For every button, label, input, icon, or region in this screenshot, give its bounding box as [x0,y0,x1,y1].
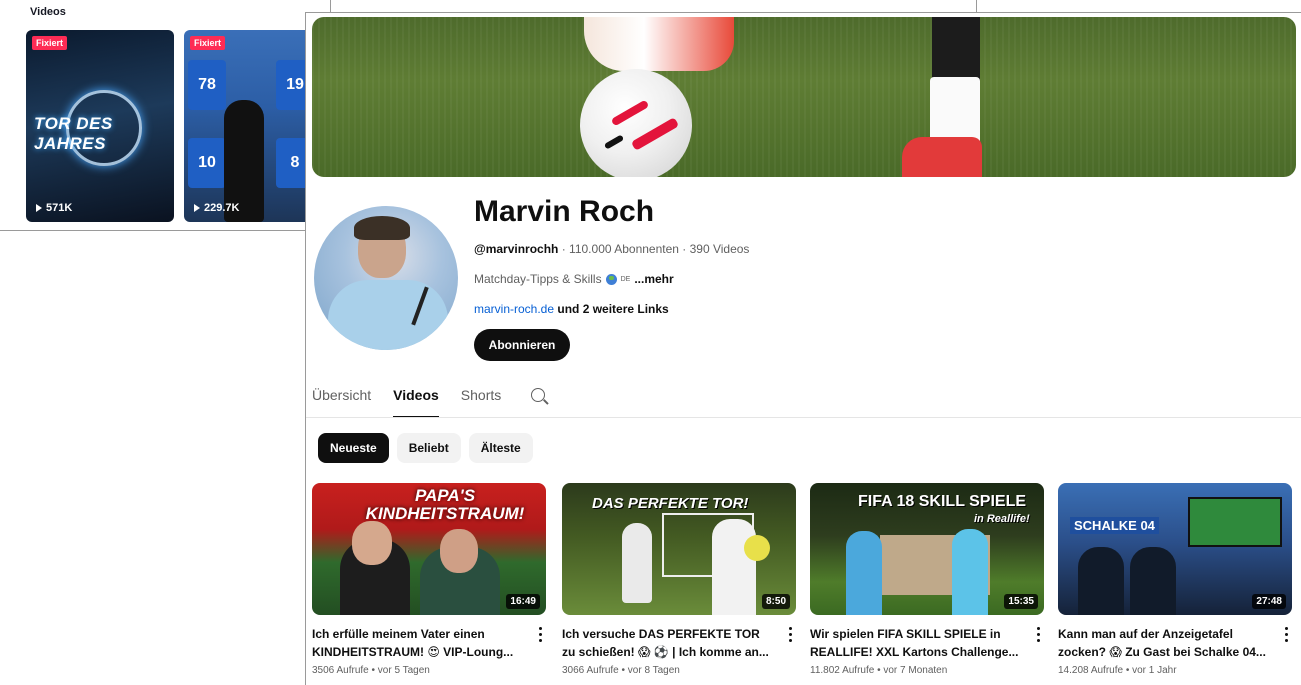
chip-popular[interactable]: Beliebt [396,433,461,463]
video-title[interactable]: Ich versuche DAS PERFEKTE TOR zu schieße… [562,625,796,661]
thumbnail-overlay-text: FIFA 18 SKILL SPIELE [858,493,1027,510]
video-card[interactable]: SCHALKE 04 27:48 Kann man auf der Anzeig… [1058,483,1292,676]
jersey-graphic: 78 [188,60,226,110]
channel-meta: @marvinrochh · 110.000 Abonnenten · 390 … [474,242,749,256]
play-icon [36,204,42,212]
thumbnail-overlay-subtext: in Reallife! [974,513,1030,525]
flag-label: DE [620,275,631,283]
website-link[interactable]: marvin-roch.de [474,302,554,316]
tab-overview[interactable]: Übersicht [312,387,371,413]
youtube-channel-page: Marvin Roch @marvinrochh · 110.000 Abonn… [305,12,1301,685]
channel-description[interactable]: Matchday-Tipps & Skills DE ...mehr [474,272,674,286]
thumbnail-overlay-text: DAS PERFEKTE TOR! [592,495,749,512]
more-links-label[interactable]: und 2 weitere Links [554,302,668,316]
video-card[interactable]: FIFA 18 SKILL SPIELE in Reallife! 15:35 … [810,483,1044,676]
thumbnail-overlay-text: PAPA'S KINDHEITSTRAUM! [365,486,525,523]
video-title[interactable]: Ich erfülle meinem Vater einen KINDHEITS… [312,625,546,661]
football-boot-graphic [902,137,982,177]
video-thumbnail[interactable]: FIFA 18 SKILL SPIELE in Reallife! 15:35 [810,483,1044,615]
globe-emoji-icon [605,273,617,285]
more-options-icon[interactable] [789,627,792,642]
more-options-icon[interactable] [539,627,542,642]
channel-title: Marvin Roch [474,195,655,228]
football-boot-graphic [584,17,734,71]
video-duration: 27:48 [1252,594,1286,609]
channel-handle: @marvinrochh [474,242,559,256]
sort-filter-chips: Neueste Beliebt Älteste [318,433,533,463]
more-options-icon[interactable] [1037,627,1040,642]
video-thumbnail[interactable]: DAS PERFEKTE TOR! 8:50 [562,483,796,615]
view-count-label: 571K [46,202,73,214]
subscribe-button[interactable]: Abonnieren [474,329,570,361]
thumbnail-overlay-text: SCHALKE 04 [1070,517,1159,534]
more-link[interactable]: ...mehr [634,272,673,286]
tab-shorts[interactable]: Shorts [461,387,501,413]
jersey-graphic: 10 [188,138,226,188]
pinned-badge: Fixiert [32,36,68,50]
more-options-icon[interactable] [1285,627,1288,642]
channel-stats: · 110.000 Abonnenten · 390 Videos [558,242,750,256]
video-card[interactable]: PAPA'S KINDHEITSTRAUM! 16:49 Ich erfülle… [312,483,546,676]
tiktok-video-card[interactable]: TOR DES JAHRES Fixiert 571K [26,30,174,222]
video-thumbnail[interactable]: PAPA'S KINDHEITSTRAUM! 16:49 [312,483,546,615]
channel-avatar[interactable] [314,206,458,350]
tiktok-videos-panel: Videos TOR DES JAHRES Fixiert 571K 78 19… [0,0,332,231]
football-graphic [580,69,692,177]
video-meta: 14.208 Aufrufe • vor 1 Jahr [1058,665,1177,676]
play-icon [194,204,200,212]
tiktok-videos-heading: Videos [30,6,66,18]
description-text: Matchday-Tipps & Skills [474,272,602,286]
video-meta: 3066 Aufrufe • vor 8 Tagen [562,665,680,676]
channel-links: marvin-roch.de und 2 weitere Links [474,302,669,316]
video-title[interactable]: Kann man auf der Anzeigetafel zocken? 😱 … [1058,625,1292,661]
video-duration: 8:50 [761,594,790,609]
thumbnail-overlay-text: TOR DES JAHRES [34,114,113,153]
video-title[interactable]: Wir spielen FIFA SKILL SPIELE in REALLIF… [810,625,1044,661]
tab-divider [306,417,1301,418]
video-card[interactable]: DAS PERFEKTE TOR! 8:50 Ich versuche DAS … [562,483,796,676]
video-meta: 3506 Aufrufe • vor 5 Tagen [312,665,430,676]
video-duration: 15:35 [1004,594,1038,609]
video-meta: 11.802 Aufrufe • vor 7 Monaten [810,665,948,676]
view-count: 571K [36,202,72,214]
pinned-badge: Fixiert [190,36,226,50]
video-thumbnail[interactable]: SCHALKE 04 27:48 [1058,483,1292,615]
video-duration: 16:49 [506,594,540,609]
search-icon[interactable] [531,388,546,402]
view-count: 229.7K [194,202,239,214]
tab-videos[interactable]: Videos [393,387,439,418]
chip-newest[interactable]: Neueste [318,433,389,463]
chip-oldest[interactable]: Älteste [468,433,533,463]
channel-banner [312,17,1296,177]
view-count-label: 229.7K [204,202,240,214]
channel-tabs: Übersicht Videos Shorts [312,387,546,418]
